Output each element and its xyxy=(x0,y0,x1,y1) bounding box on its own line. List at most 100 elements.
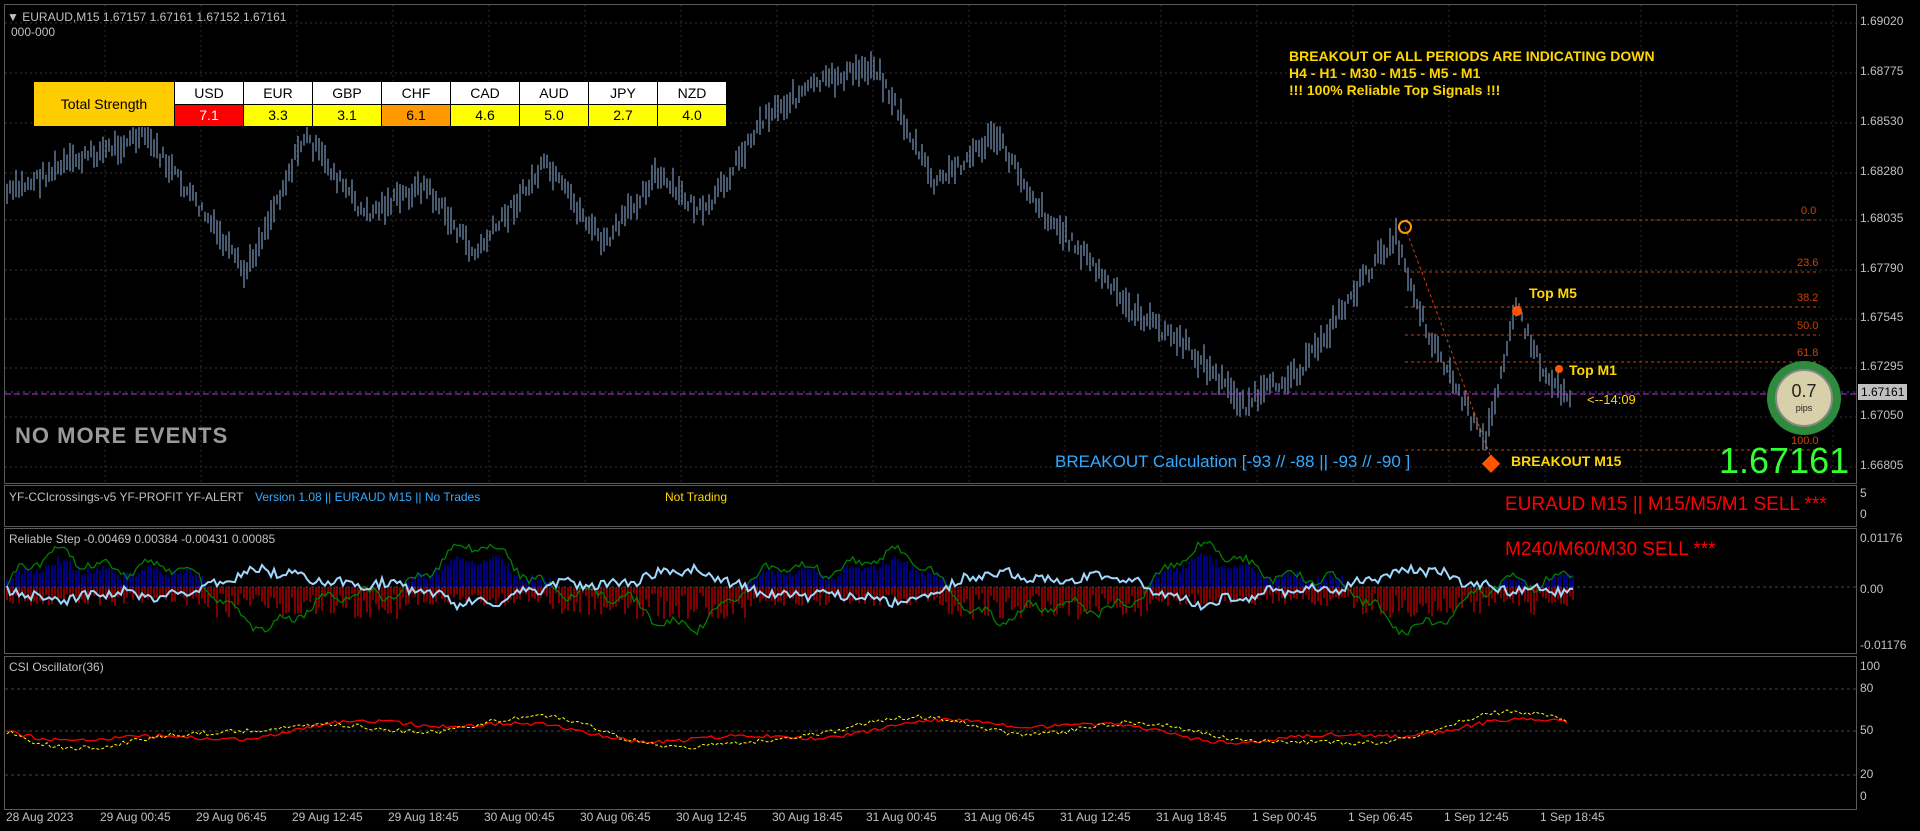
breakout-msg-line3: !!! 100% Reliable Top Signals !!! xyxy=(1289,82,1501,98)
cci-indicator-names: YF-CCIcrossings-v5 YF-PROFIT YF-ALERT xyxy=(9,490,244,504)
time-tick: 31 Aug 06:45 xyxy=(964,810,1035,824)
currency-usd: USD xyxy=(174,81,244,105)
symbol-info: EURAUD,M15 1.67157 1.67161 1.67152 1.671… xyxy=(22,10,287,24)
no-events-label: NO MORE EVENTS xyxy=(15,423,229,448)
currency-aud: AUD xyxy=(519,81,589,105)
time-tick: 1 Sep 06:45 xyxy=(1348,810,1413,824)
strength-jpy: 2.7 xyxy=(588,103,658,127)
time-tick: 31 Aug 18:45 xyxy=(1156,810,1227,824)
csi-yellow-line xyxy=(6,709,1568,751)
strength-nzd: 4.0 xyxy=(657,103,727,127)
top-m5-marker-icon xyxy=(1512,306,1522,316)
step-title: Reliable Step -0.00469 0.00384 -0.00431 … xyxy=(9,532,276,546)
fib-label-50: 50.0 xyxy=(1797,320,1819,332)
main-chart-pane[interactable]: ▼ EURAUD,M15 1.67157 1.67161 1.67152 1.6… xyxy=(4,4,1857,484)
price-tick: 1.69020 xyxy=(1860,14,1904,28)
countdown-label: <--14:09 xyxy=(1587,392,1636,407)
price-tick: 1.67050 xyxy=(1860,408,1904,422)
current-price-tag: 1.67161 xyxy=(1858,384,1908,400)
currency-chf: CHF xyxy=(381,81,451,105)
pips-unit: pips xyxy=(1795,403,1813,413)
breakout-msg-line1: BREAKOUT OF ALL PERIODS ARE INDICATING D… xyxy=(1289,48,1655,64)
symbol-sub: 000-000 xyxy=(11,25,56,39)
breakout-diamond-icon xyxy=(1481,454,1501,473)
cci-axis-bottom: 0 xyxy=(1860,507,1867,521)
csi-tick: 50 xyxy=(1860,723,1874,737)
breakout-msg-line2: H4 - H1 - M30 - M15 - M5 - M1 xyxy=(1289,65,1481,81)
csi-chart xyxy=(5,688,1856,776)
top-m1-label: Top M1 xyxy=(1569,362,1617,378)
time-tick: 30 Aug 12:45 xyxy=(676,810,747,824)
currency-cad: CAD xyxy=(450,81,520,105)
time-tick: 1 Sep 12:45 xyxy=(1444,810,1509,824)
csi-tick: 80 xyxy=(1860,681,1874,695)
strength-eur: 3.3 xyxy=(243,103,313,127)
symbol-header: ▼ EURAUD,M15 1.67157 1.67161 1.67152 1.6… xyxy=(7,10,286,24)
cci-version: Version 1.08 || EURAUD M15 || No Trades xyxy=(255,490,481,504)
fib-label-38: 38.2 xyxy=(1797,292,1819,304)
time-tick: 31 Aug 00:45 xyxy=(866,810,937,824)
time-tick: 30 Aug 06:45 xyxy=(580,810,651,824)
currency-gbp: GBP xyxy=(312,81,382,105)
csi-tick: 20 xyxy=(1860,767,1874,781)
time-tick: 29 Aug 00:45 xyxy=(100,810,171,824)
big-price: 1.67161 xyxy=(1719,440,1850,481)
breakout-m15-label: BREAKOUT M15 xyxy=(1511,453,1622,469)
csi-tick: 0 xyxy=(1860,789,1867,803)
time-tick: 31 Aug 12:45 xyxy=(1060,810,1131,824)
step-signal: M240/M60/M30 SELL *** xyxy=(1505,539,1716,560)
dropdown-triangle-icon[interactable]: ▼ xyxy=(7,10,19,24)
cci-axis: 5 0 xyxy=(1856,485,1920,525)
strength-title: Total Strength xyxy=(33,81,175,127)
step-axis: 0.01176 0.00 -0.01176 xyxy=(1856,528,1920,652)
currency-jpy: JPY xyxy=(588,81,658,105)
breakout-message: BREAKOUT OF ALL PERIODS ARE INDICATING D… xyxy=(1289,48,1655,99)
time-tick: 30 Aug 00:45 xyxy=(484,810,555,824)
fib-diagonal xyxy=(1404,226,1491,456)
price-axis[interactable]: 1.69020 1.68775 1.68530 1.68280 1.68035 … xyxy=(1856,4,1920,482)
currency-eur: EUR xyxy=(243,81,313,105)
reliable-step-pane[interactable]: Reliable Step -0.00469 0.00384 -0.00431 … xyxy=(4,528,1857,654)
cci-axis-top: 5 xyxy=(1860,486,1867,500)
currency-nzd: NZD xyxy=(657,81,727,105)
csi-oscillator-pane[interactable]: CSI Oscillator(36) xyxy=(4,656,1857,810)
cci-signal: EURAUD M15 || M15/M5/M1 SELL *** xyxy=(1505,494,1827,515)
price-tick: 1.66805 xyxy=(1860,458,1904,472)
strength-chf: 6.1 xyxy=(381,103,451,127)
csi-tick: 100 xyxy=(1860,659,1881,673)
pips-gauge: 0.7 pips xyxy=(1767,361,1841,435)
fib-label-23: 23.6 xyxy=(1797,257,1819,269)
fib-label-61: 61.8 xyxy=(1797,347,1819,359)
strength-aud: 5.0 xyxy=(519,103,589,127)
time-tick: 30 Aug 18:45 xyxy=(772,810,843,824)
strength-cad: 4.6 xyxy=(450,103,520,127)
price-tick: 1.67295 xyxy=(1860,359,1904,373)
step-tick: -0.01176 xyxy=(1860,638,1907,652)
step-tick: 0.01176 xyxy=(1860,531,1903,545)
price-tick: 1.68280 xyxy=(1860,164,1904,178)
strength-usd: 7.1 xyxy=(174,103,244,127)
time-tick: 29 Aug 18:45 xyxy=(388,810,459,824)
time-tick: 29 Aug 06:45 xyxy=(196,810,267,824)
price-tick: 1.68775 xyxy=(1860,64,1904,78)
time-tick: 1 Sep 18:45 xyxy=(1540,810,1605,824)
time-tick: 29 Aug 12:45 xyxy=(292,810,363,824)
breakout-calculation: BREAKOUT Calculation [-93 // -88 || -93 … xyxy=(1055,452,1411,471)
price-tick: 1.67545 xyxy=(1860,310,1904,324)
pips-value: 0.7 xyxy=(1791,381,1817,401)
strength-gbp: 3.1 xyxy=(312,103,382,127)
top-m1-marker-icon xyxy=(1555,365,1563,373)
csi-title: CSI Oscillator(36) xyxy=(9,660,104,674)
top-m5-label: Top M5 xyxy=(1529,285,1577,301)
cci-pane[interactable]: YF-CCIcrossings-v5 YF-PROFIT YF-ALERT Ve… xyxy=(4,485,1857,527)
step-tick: 0.00 xyxy=(1860,582,1884,596)
price-tick: 1.67790 xyxy=(1860,261,1904,275)
cci-status: Not Trading xyxy=(665,490,728,504)
time-tick: 28 Aug 2023 xyxy=(6,810,74,824)
price-tick: 1.68530 xyxy=(1860,114,1904,128)
strength-table: Total Strength USD EUR GBP CHF CAD AUD J… xyxy=(33,81,727,127)
time-tick: 1 Sep 00:45 xyxy=(1252,810,1317,824)
price-tick: 1.68035 xyxy=(1860,211,1904,225)
fib-label-0: 0.0 xyxy=(1801,205,1817,217)
csi-axis: 100 80 50 20 0 xyxy=(1856,656,1920,808)
